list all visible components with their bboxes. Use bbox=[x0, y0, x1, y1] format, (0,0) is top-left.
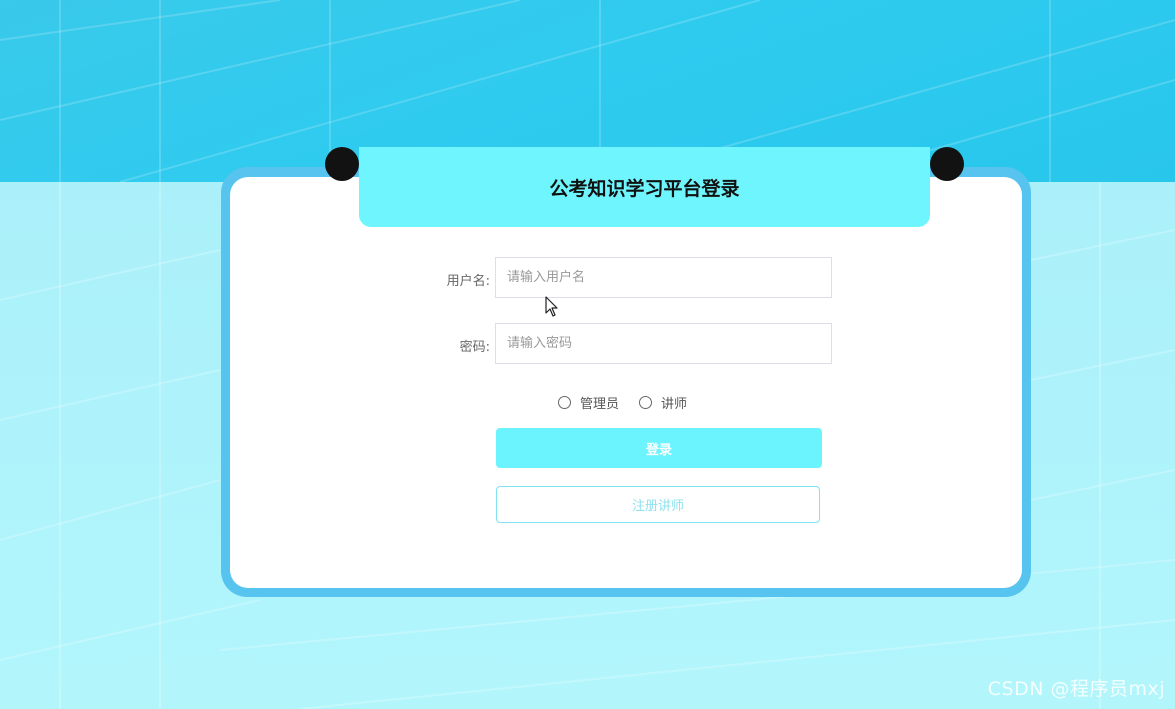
radio-circle-icon[interactable] bbox=[639, 395, 653, 409]
page-title: 公考知识学习平台登录 bbox=[549, 177, 740, 200]
mouse-pointer-icon bbox=[545, 296, 558, 317]
username-input[interactable] bbox=[495, 257, 832, 298]
role-radio-lecturer[interactable]: 讲师 bbox=[639, 393, 687, 412]
role-label-lecturer: 讲师 bbox=[661, 396, 688, 412]
title-hanger-right bbox=[930, 147, 964, 181]
login-button[interactable]: 登录 bbox=[496, 428, 822, 468]
role-label-admin: 管理员 bbox=[580, 396, 620, 412]
title-hanger-left bbox=[325, 147, 359, 181]
role-radio-admin[interactable]: 管理员 bbox=[558, 393, 619, 412]
register-lecturer-button[interactable]: 注册讲师 bbox=[496, 486, 820, 523]
role-radio-group: 管理员 讲师 bbox=[558, 393, 707, 412]
password-label: 密码: bbox=[459, 340, 490, 355]
password-input[interactable] bbox=[495, 323, 832, 364]
username-label: 用户名: bbox=[446, 274, 490, 289]
csdn-watermark: CSDN @程序员mxj bbox=[987, 678, 1165, 700]
login-card bbox=[230, 177, 1022, 588]
title-banner: 公考知识学习平台登录 bbox=[359, 147, 930, 227]
radio-circle-icon[interactable] bbox=[558, 395, 571, 409]
